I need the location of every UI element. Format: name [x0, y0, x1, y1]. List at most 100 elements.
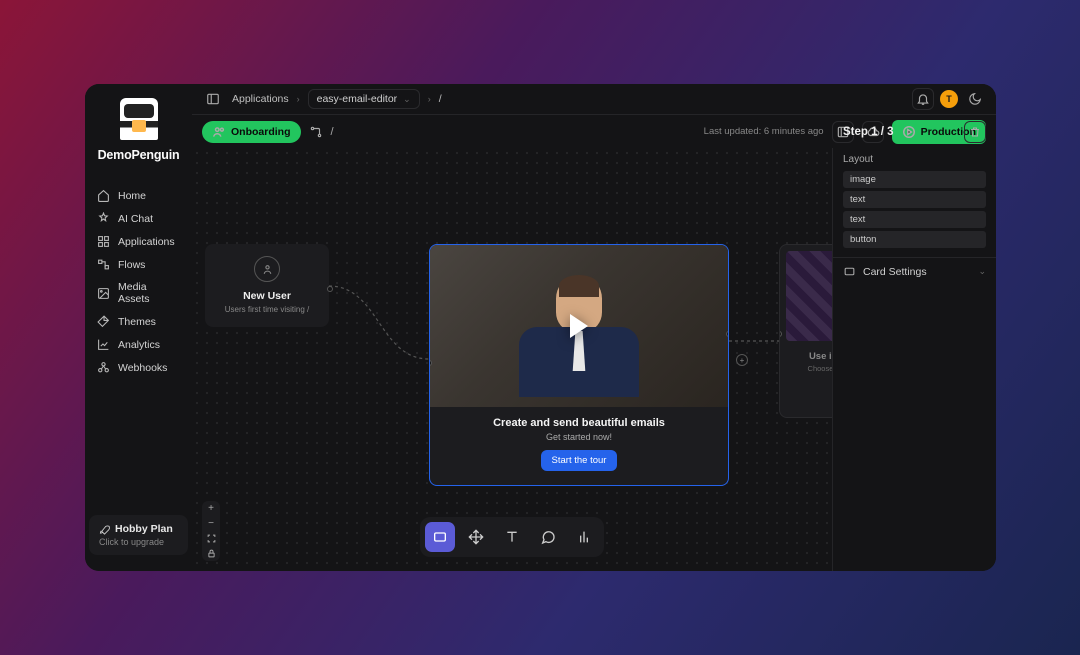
layout-item-button[interactable]: button [843, 231, 986, 248]
layout-item-text[interactable]: text [843, 191, 986, 208]
fit-view-button[interactable] [202, 531, 220, 546]
input-port[interactable] [779, 331, 782, 337]
nav: Home AI Chat Applications Flows Media As… [85, 178, 192, 379]
nav-label: AI Chat [118, 213, 153, 225]
zoom-controls: + − [202, 501, 220, 561]
sidebar: DemoPenguin Home AI Chat Applications Fl… [85, 84, 192, 571]
nav-label: Home [118, 190, 146, 202]
chat-tool-button[interactable] [533, 522, 563, 552]
user-icon [254, 256, 280, 282]
step-indicator: Step 1 / 3 [843, 126, 894, 138]
chevron-down-icon: ⌄ [978, 266, 986, 277]
nav-themes[interactable]: Themes [91, 310, 186, 333]
app-window: DemoPenguin Home AI Chat Applications Fl… [85, 84, 996, 571]
text-tool-button[interactable] [497, 522, 527, 552]
topbar: Applications › easy-email-editor ⌄ › / T [192, 84, 996, 115]
card-icon [843, 265, 856, 278]
card-settings-toggle[interactable]: Card Settings ⌄ [833, 257, 996, 285]
canvas[interactable]: New User Users first time visiting / [192, 148, 832, 571]
trigger-subtitle: Users first time visiting / [213, 305, 321, 315]
breadcrumb-path: / [439, 93, 442, 105]
nav-analytics[interactable]: Analytics [91, 333, 186, 356]
onboarding-pill[interactable]: Onboarding [202, 121, 301, 143]
chat-bubble-icon [540, 529, 556, 545]
play-icon [570, 314, 588, 338]
chevron-right-icon: › [428, 94, 431, 104]
poll-tool-button[interactable] [569, 522, 599, 552]
logo-area: DemoPenguin [85, 96, 192, 178]
step-card[interactable]: Create and send beautiful emails Get sta… [429, 244, 729, 486]
card-title: Create and send beautiful emails [442, 417, 716, 429]
lock-button[interactable] [202, 546, 220, 561]
card-settings-label: Card Settings [863, 266, 927, 278]
nav-ai-chat[interactable]: AI Chat [91, 207, 186, 230]
move-tool-button[interactable] [461, 522, 491, 552]
avatar[interactable]: T [940, 90, 958, 108]
chevron-down-icon: ⌄ [403, 94, 411, 105]
grid-icon [97, 235, 110, 248]
image-icon [97, 287, 110, 300]
app-selector[interactable]: easy-email-editor ⌄ [308, 89, 420, 109]
brand-name: DemoPenguin [98, 148, 180, 162]
video-thumbnail[interactable] [430, 245, 728, 407]
nav-label: Analytics [118, 339, 160, 351]
home-icon [97, 189, 110, 202]
route-icon[interactable] [309, 125, 323, 139]
moon-icon [968, 92, 982, 106]
peek-subtitle: Choose from [786, 364, 832, 373]
palette-icon [97, 315, 110, 328]
next-step-card[interactable]: Use indu Choose from [779, 244, 832, 418]
rocket-icon [99, 524, 110, 535]
chevron-right-icon: › [297, 94, 300, 104]
app-name: easy-email-editor [317, 93, 398, 105]
chat-icon [97, 212, 110, 225]
layout-item-text[interactable]: text [843, 211, 986, 228]
card-subtitle: Get started now! [442, 432, 716, 442]
layout-label: Layout [843, 154, 986, 165]
plan-card[interactable]: Hobby Plan Click to upgrade [89, 515, 188, 555]
nav-label: Flows [118, 259, 145, 271]
thumbnail [786, 251, 832, 341]
nav-webhooks[interactable]: Webhooks [91, 356, 186, 379]
peek-title: Use indu [786, 351, 832, 362]
last-updated: Last updated: 6 minutes ago [704, 126, 824, 137]
nav-label: Themes [118, 316, 156, 328]
nav-label: Webhooks [118, 362, 167, 374]
onboarding-label: Onboarding [231, 126, 291, 138]
card-icon [432, 529, 448, 545]
users-icon [212, 125, 226, 139]
output-port[interactable] [327, 286, 333, 292]
toggle-sidebar-button[interactable] [202, 88, 224, 110]
bottom-toolbar [420, 517, 604, 557]
text-icon [504, 529, 520, 545]
plan-title-text: Hobby Plan [115, 523, 173, 535]
bell-icon [916, 92, 930, 106]
panel-icon [206, 92, 220, 106]
nav-flows[interactable]: Flows [91, 253, 186, 276]
zoom-out-button[interactable]: − [202, 516, 220, 531]
nav-label: Applications [118, 236, 175, 248]
nav-media-assets[interactable]: Media Assets [91, 276, 186, 310]
add-node-button[interactable]: + [736, 354, 748, 366]
plan-subtitle: Click to upgrade [99, 537, 178, 547]
cta-button[interactable]: Start the tour [541, 450, 618, 471]
notifications-button[interactable] [912, 88, 934, 110]
zoom-in-button[interactable]: + [202, 501, 220, 516]
nav-label: Media Assets [118, 281, 180, 305]
main: Applications › easy-email-editor ⌄ › / T [192, 84, 996, 571]
card-tool-button[interactable] [425, 522, 455, 552]
delete-button[interactable] [964, 121, 986, 143]
trigger-node[interactable]: New User Users first time visiting / [205, 244, 329, 327]
webhook-icon [97, 361, 110, 374]
trash-icon [969, 126, 981, 138]
trigger-title: New User [213, 290, 321, 302]
nav-home[interactable]: Home [91, 184, 186, 207]
chart-icon [97, 338, 110, 351]
flow-icon [97, 258, 110, 271]
theme-toggle-button[interactable] [964, 88, 986, 110]
nav-applications[interactable]: Applications [91, 230, 186, 253]
bars-icon [576, 529, 592, 545]
breadcrumb-root[interactable]: Applications [232, 93, 289, 105]
output-port[interactable] [726, 331, 729, 337]
layout-item-image[interactable]: image [843, 171, 986, 188]
